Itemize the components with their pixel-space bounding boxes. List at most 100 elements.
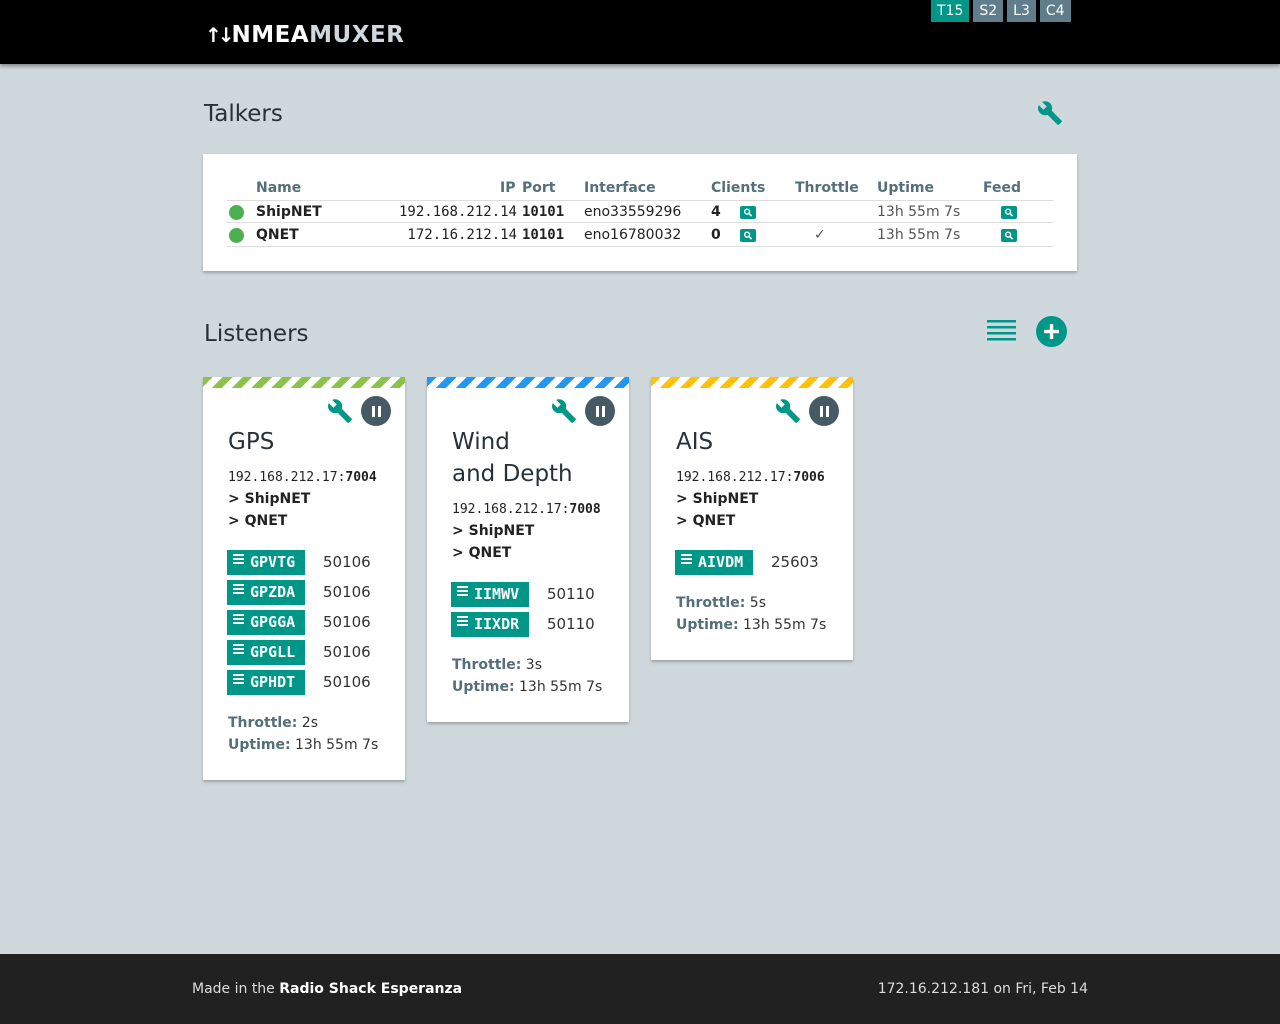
count-badges: T15 S2 L3 C4 xyxy=(931,0,1071,22)
pause-button[interactable] xyxy=(809,396,839,426)
talker-name: ShipNET xyxy=(256,204,322,220)
talker-ip: 172.16.212.14 xyxy=(407,227,517,243)
lines-icon xyxy=(233,582,244,596)
lines-icon xyxy=(457,584,468,598)
talker-name: QNET xyxy=(256,227,299,243)
listeners-title: Listeners xyxy=(204,321,309,347)
wrench-icon[interactable] xyxy=(775,398,801,424)
listener-target: > ShipNET xyxy=(676,491,759,507)
footer-credit-name[interactable]: Radio Shack Esperanza xyxy=(279,981,462,997)
footer-host-date: 172.16.212.181 on Fri, Feb 14 xyxy=(877,981,1088,997)
lines-icon xyxy=(457,614,468,628)
talker-uptime: 13h 55m 7s xyxy=(877,204,961,220)
listener-name: GPS xyxy=(228,429,275,455)
sentence-tag[interactable]: GPZDA xyxy=(227,580,306,605)
talker-port: 10101 xyxy=(522,204,565,220)
listener-throttle: Throttle: 3s xyxy=(452,657,542,673)
sentence-count: 50110 xyxy=(547,615,595,633)
col-header-uptime: Uptime xyxy=(877,180,934,196)
pause-button[interactable] xyxy=(585,396,615,426)
col-header-clients: Clients xyxy=(711,180,766,196)
listener-card-ais: AIS 192.168.212.17:7006 > ShipNET > QNET… xyxy=(651,377,853,660)
add-listener-button[interactable] xyxy=(1036,316,1067,351)
sentence-count: 50110 xyxy=(547,585,595,603)
sentence-count: 50106 xyxy=(323,673,371,691)
sentence-tag[interactable]: GPHDT xyxy=(227,670,306,695)
pause-icon xyxy=(371,405,375,417)
talker-interface: eno16780032 xyxy=(584,227,682,243)
throttle-check-icon: ✓ xyxy=(814,227,826,243)
lines-icon xyxy=(681,552,692,566)
view-feed-button[interactable] xyxy=(1001,229,1017,242)
listener-uptime: Uptime: 13h 55m 7s xyxy=(676,617,827,633)
sentence-count: 50106 xyxy=(323,583,371,601)
talker-ip: 192.168.212.14 xyxy=(398,204,517,220)
talker-clients: 0 xyxy=(711,227,721,243)
app-logo[interactable]: ↑↓ NMEA MUXER xyxy=(205,20,404,50)
top-bar: ↑↓ NMEA MUXER T15 S2 L3 C4 xyxy=(0,0,1280,64)
badge-listeners[interactable]: L3 xyxy=(1007,0,1036,22)
sentence-count: 25603 xyxy=(771,553,819,571)
sentence-tag[interactable]: IIMWV xyxy=(451,582,530,607)
talkers-title: Talkers xyxy=(204,101,283,127)
col-header-port: Port xyxy=(522,180,556,196)
col-header-name: Name xyxy=(256,180,302,196)
listener-name: Wind xyxy=(452,429,510,455)
search-icon xyxy=(1004,208,1014,217)
talkers-card: Name IP Port Interface Clients Throttle … xyxy=(203,154,1077,271)
talker-interface: eno33559296 xyxy=(584,204,682,220)
list-icon xyxy=(987,320,1016,341)
lines-icon xyxy=(233,642,244,656)
listener-uptime: Uptime: 13h 55m 7s xyxy=(452,679,603,695)
view-clients-button[interactable] xyxy=(740,229,756,242)
badge-s[interactable]: S2 xyxy=(973,0,1004,22)
listener-port: 7008 xyxy=(569,502,601,517)
wrench-icon[interactable] xyxy=(327,398,353,424)
lines-icon xyxy=(233,672,244,686)
lines-icon xyxy=(233,552,244,566)
view-clients-button[interactable] xyxy=(740,206,756,219)
up-down-arrows-icon: ↑↓ xyxy=(205,23,234,47)
sentence-count: 50106 xyxy=(323,553,371,571)
search-icon xyxy=(1004,231,1014,240)
talkers-settings-button[interactable] xyxy=(1037,100,1063,130)
listener-port: 7004 xyxy=(345,470,377,485)
sentence-count: 50106 xyxy=(323,613,371,631)
sentence-tag[interactable]: IIXDR xyxy=(451,612,530,637)
wrench-icon[interactable] xyxy=(551,398,577,424)
pause-button[interactable] xyxy=(361,396,391,426)
search-icon xyxy=(743,208,753,217)
sentence-count: 50106 xyxy=(323,643,371,661)
table-row[interactable]: ShipNET 192.168.212.14 10101 eno33559296… xyxy=(227,200,1053,223)
sentence-tag[interactable]: AIVDM xyxy=(675,550,754,575)
listener-port: 7006 xyxy=(793,470,825,485)
talker-clients: 4 xyxy=(711,204,721,220)
sentence-tag[interactable]: GPVTG xyxy=(227,550,306,575)
listener-address: 192.168.212.17:7008 xyxy=(452,502,601,517)
listener-uptime: Uptime: 13h 55m 7s xyxy=(228,737,379,753)
logo-text-nmea: NMEA xyxy=(231,22,310,48)
sentence-tag[interactable]: GPGLL xyxy=(227,640,306,665)
listener-throttle: Throttle: 2s xyxy=(228,715,318,731)
status-online-icon xyxy=(229,228,244,243)
pause-icon xyxy=(819,405,823,417)
listener-target: > QNET xyxy=(452,545,512,561)
listener-name: AIS xyxy=(676,429,714,455)
col-header-throttle: Throttle xyxy=(795,180,859,196)
badge-clients[interactable]: C4 xyxy=(1039,0,1071,22)
listener-target: > ShipNET xyxy=(228,491,311,507)
listener-address: 192.168.212.17:7006 xyxy=(676,470,825,485)
listener-color-stripe xyxy=(427,377,629,388)
list-view-button[interactable] xyxy=(987,318,1016,348)
sentence-tag[interactable]: GPGGA xyxy=(227,610,306,635)
footer: Made in the Radio Shack Esperanza 172.16… xyxy=(0,954,1280,1024)
listener-card-wind-and-depth: Wind and Depth 192.168.212.17:7008 > Shi… xyxy=(427,377,629,722)
col-header-interface: Interface xyxy=(584,180,656,196)
pause-icon xyxy=(595,405,599,417)
view-feed-button[interactable] xyxy=(1001,206,1017,219)
footer-credit: Made in the Radio Shack Esperanza xyxy=(192,981,463,997)
status-online-icon xyxy=(229,205,244,220)
search-icon xyxy=(743,231,753,240)
table-row[interactable]: QNET 172.16.212.14 10101 eno16780032 0 ✓… xyxy=(227,224,1053,247)
badge-talkers[interactable]: T15 xyxy=(931,0,970,22)
